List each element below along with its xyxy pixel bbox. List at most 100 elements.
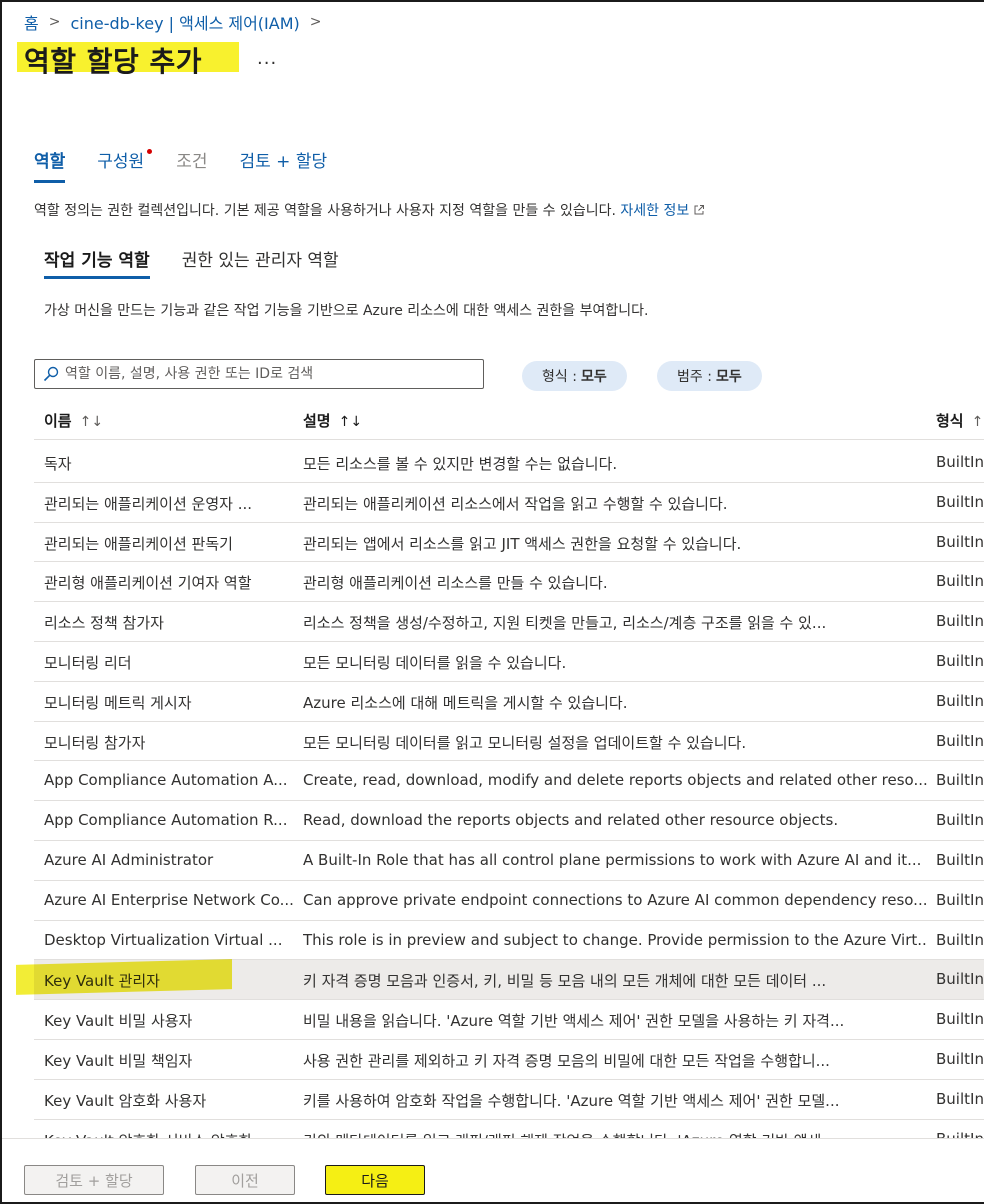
table-row[interactable]: Key Vault 비밀 사용자 비밀 내용을 읽습니다. 'Azure 역할 기… xyxy=(34,1000,984,1040)
role-description: 모든 모니터링 데이터를 읽고 모니터링 설정을 업데이트할 수 있습니다. xyxy=(303,733,747,752)
sort-icon: ↑↓ xyxy=(338,414,363,430)
more-options-button[interactable]: ... xyxy=(257,48,277,69)
subtab-privileged-admin-roles[interactable]: 권한 있는 관리자 역할 xyxy=(182,246,339,271)
role-description-text: 역할 정의는 권한 컬렉션입니다. 기본 제공 역할을 사용하거나 사용자 지정… xyxy=(34,203,616,219)
role-name: 관리되는 애플리케이션 판독기 xyxy=(44,534,233,553)
column-type-label: 형식 xyxy=(936,412,964,430)
role-description: A Built-In Role that has all control pla… xyxy=(303,850,922,869)
roles-table-body: 독자 모든 리소스를 볼 수 있지만 변경할 수는 없습니다. BuiltInRol… xyxy=(34,443,984,1160)
type-filter-value: 모두 xyxy=(580,369,607,385)
category-filter-pill[interactable]: 범주 : 모두 xyxy=(657,361,762,391)
role-name: Desktop Virtualization Virtual ... xyxy=(44,930,283,949)
role-description: 사용 권한 관리를 제외하고 키 자격 증명 모음의 비밀에 대한 모든 작업을… xyxy=(303,1051,830,1070)
role-type: BuiltInRole xyxy=(936,890,984,909)
role-type: BuiltInRole xyxy=(936,930,984,949)
tab-members[interactable]: 구성원 xyxy=(97,147,153,185)
table-row[interactable]: 모니터링 메트릭 게시자 Azure 리소스에 대해 메트릭을 게시할 수 있습니… xyxy=(34,682,984,722)
role-name: Azure AI Enterprise Network Co... xyxy=(44,890,294,909)
column-header-name[interactable]: 이름 ↑↓ xyxy=(44,410,103,431)
tab-role[interactable]: 역할 xyxy=(34,147,66,185)
table-row[interactable]: 관리되는 애플리케이션 운영자 ... 관리되는 애플리케이션 리소스에서 작업을… xyxy=(34,483,984,523)
role-name: App Compliance Automation A... xyxy=(44,771,288,790)
wizard-tabs: 역할 구성원 조건 검토 + 할당 xyxy=(34,147,359,185)
column-header-description[interactable]: 설명 ↑↓ xyxy=(303,410,362,431)
role-name: 관리되는 애플리케이션 운영자 ... xyxy=(44,494,253,513)
role-description: This role is in preview and subject to c… xyxy=(303,930,928,949)
role-name: 모니터링 리더 xyxy=(44,653,132,672)
table-row[interactable]: App Compliance Automation A... Create, re… xyxy=(34,761,984,802)
type-filter-label: 형식 : xyxy=(542,369,577,385)
tab-conditions[interactable]: 조건 xyxy=(176,147,207,185)
table-row[interactable]: Key Vault 암호화 사용자 키를 사용하여 암호화 작업을 수행합니다. … xyxy=(34,1080,984,1120)
search-input[interactable] xyxy=(65,366,465,382)
external-link-icon xyxy=(694,205,705,215)
tab-members-label: 구성원 xyxy=(97,152,145,172)
role-description: 관리되는 애플리케이션 리소스에서 작업을 읽고 수행할 수 있습니다. xyxy=(303,494,728,513)
previous-button[interactable]: 이전 xyxy=(195,1165,295,1195)
category-filter-value: 모두 xyxy=(715,369,742,385)
role-name: 독자 xyxy=(44,455,72,473)
column-name-label: 이름 xyxy=(44,412,72,430)
column-description-label: 설명 xyxy=(303,412,331,430)
breadcrumb-resource[interactable]: cine-db-key | 액세스 제어(IAM) xyxy=(70,10,299,34)
search-icon xyxy=(43,366,59,382)
next-button[interactable]: 다음 xyxy=(325,1165,425,1195)
table-row[interactable]: 모니터링 리더 모든 모니터링 데이터를 읽을 수 있습니다. BuiltInRol… xyxy=(34,642,984,682)
role-type: BuiltInRole xyxy=(936,1010,984,1029)
role-type-tabs: 작업 기능 역할 권한 있는 관리자 역할 xyxy=(44,246,371,279)
role-name: Azure AI Administrator xyxy=(44,850,214,869)
role-name: 모니터링 메트릭 게시자 xyxy=(44,693,192,712)
subtab-job-function-roles[interactable]: 작업 기능 역할 xyxy=(44,246,150,279)
table-row[interactable]: 독자 모든 리소스를 볼 수 있지만 변경할 수는 없습니다. BuiltInRol… xyxy=(34,443,984,483)
role-description: 관리형 애플리케이션 리소스를 만들 수 있습니다. xyxy=(303,574,608,593)
role-name: Key Vault 비밀 책임자 xyxy=(44,1051,193,1070)
role-type: BuiltInRole xyxy=(936,1089,984,1108)
sort-icon: ↑↓ xyxy=(971,414,984,430)
role-type: BuiltInRole xyxy=(936,532,984,551)
breadcrumb-home[interactable]: 홈 xyxy=(24,10,39,34)
role-type: BuiltInRole xyxy=(936,691,984,710)
table-header: 이름 ↑↓ 설명 ↑↓ 형식 ↑↓ xyxy=(34,402,984,440)
role-type: BuiltInRole xyxy=(936,850,984,869)
breadcrumb: 홈 > cine-db-key | 액세스 제어(IAM) > xyxy=(24,10,332,34)
tab-review-assign[interactable]: 검토 + 할당 xyxy=(239,147,327,185)
role-description: 모든 모니터링 데이터를 읽을 수 있습니다. xyxy=(303,653,567,672)
role-type: BuiltInRole xyxy=(936,492,984,511)
role-name: Key Vault 암호화 사용자 xyxy=(44,1091,207,1110)
role-name: 모니터링 참가자 xyxy=(44,733,146,752)
table-row[interactable]: 관리형 애플리케이션 기여자 역할 관리형 애플리케이션 리소스를 만들 수 있습… xyxy=(34,562,984,603)
role-description: 관리되는 앱에서 리소스를 읽고 JIT 액세스 권한을 요청할 수 있습니다. xyxy=(303,534,742,553)
table-row[interactable]: Desktop Virtualization Virtual ... This r… xyxy=(34,921,984,961)
page-frame: 홈 > cine-db-key | 액세스 제어(IAM) > 역할 할당 추가… xyxy=(0,0,984,1204)
role-description: 리소스 정책을 생성/수정하고, 지원 티켓을 만들고, 리소스/계층 구조를 … xyxy=(303,614,827,633)
sort-icon: ↑↓ xyxy=(79,414,104,430)
role-type: BuiltInRole xyxy=(936,970,984,989)
role-type: BuiltInRole xyxy=(936,1049,984,1068)
chevron-right-icon: > xyxy=(309,14,322,30)
type-filter-pill[interactable]: 형식 : 모두 xyxy=(522,361,627,391)
role-description: Can approve private endpoint connections… xyxy=(303,890,928,909)
role-description: Create, read, download, modify and delet… xyxy=(303,771,928,790)
role-description: Read, download the reports objects and r… xyxy=(303,811,839,830)
role-description: 키 자격 증명 모음과 인증서, 키, 비밀 등 모음 내의 모든 개체에 대한… xyxy=(303,972,827,991)
learn-more-link[interactable]: 자세한 정보 xyxy=(620,203,705,219)
chevron-right-icon: > xyxy=(48,14,61,30)
page-title: 역할 할당 추가 xyxy=(24,45,203,78)
role-type: BuiltInRole xyxy=(936,651,984,670)
table-row[interactable]: Key Vault 비밀 책임자 사용 권한 관리를 제외하고 키 자격 증명 모… xyxy=(34,1040,984,1080)
column-header-type[interactable]: 형식 ↑↓ xyxy=(936,410,984,431)
role-type: BuiltInRole xyxy=(936,771,984,790)
job-function-description: 가상 머신을 만드는 기능과 같은 작업 기능을 기반으로 Azure 리소스에… xyxy=(44,303,649,319)
table-row[interactable]: 모니터링 참가자 모든 모니터링 데이터를 읽고 모니터링 설정을 업데이트할 수… xyxy=(34,722,984,762)
table-row[interactable]: 관리되는 애플리케이션 판독기 관리되는 앱에서 리소스를 읽고 JIT 액세스 … xyxy=(34,523,984,563)
table-row[interactable]: App Compliance Automation R... Read, down… xyxy=(34,801,984,841)
role-description: Azure 리소스에 대해 메트릭을 게시할 수 있습니다. xyxy=(303,693,628,712)
role-type: BuiltInRole xyxy=(936,612,984,631)
role-type: BuiltInRole xyxy=(936,572,984,591)
role-type: BuiltInRole xyxy=(936,811,984,830)
table-row[interactable]: Azure AI Enterprise Network Co... Can app… xyxy=(34,881,984,921)
table-row[interactable]: 리소스 정책 참가자 리소스 정책을 생성/수정하고, 지원 티켓을 만들고, 리… xyxy=(34,602,984,642)
search-box xyxy=(34,359,484,389)
table-row[interactable]: Azure AI Administrator A Built-In Role th… xyxy=(34,841,984,881)
review-assign-button[interactable]: 검토 + 할당 xyxy=(24,1165,164,1195)
